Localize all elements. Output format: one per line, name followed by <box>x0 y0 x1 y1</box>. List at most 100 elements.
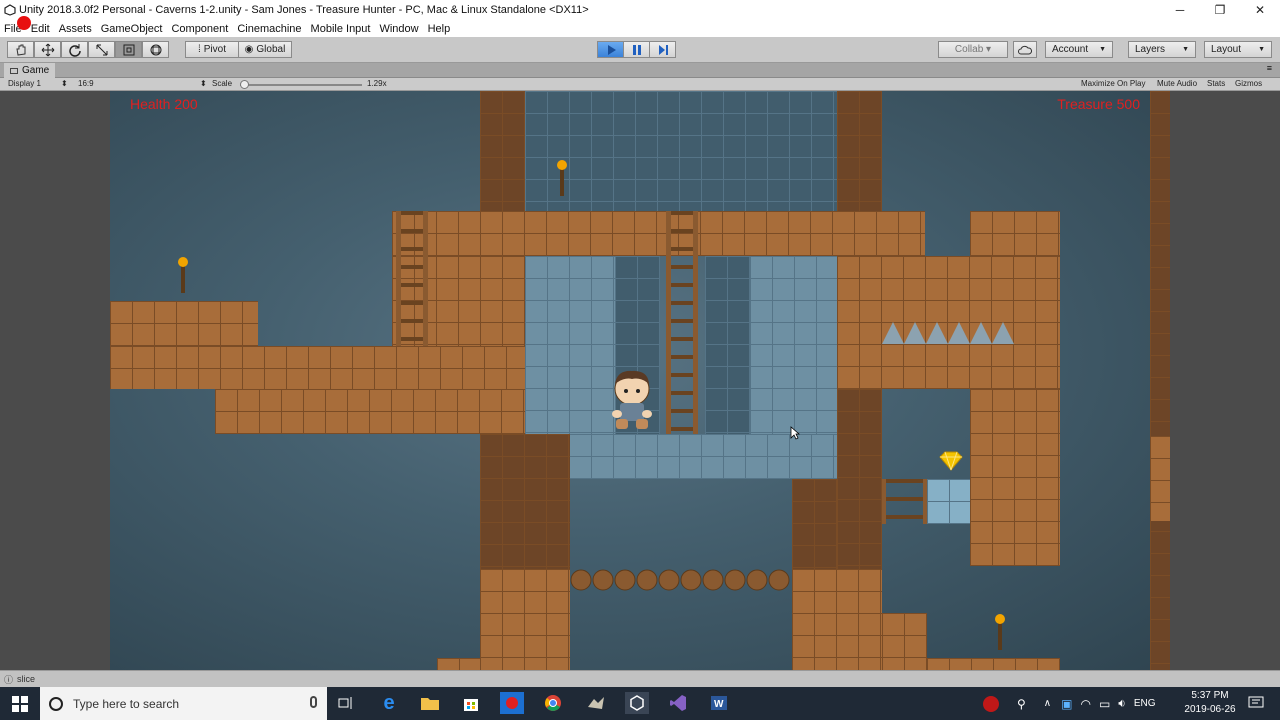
panel-menu-icon[interactable]: ≡ <box>1267 63 1272 73</box>
scale-value: 1.29x <box>367 79 387 88</box>
wifi-icon[interactable]: ◠ <box>1080 697 1090 711</box>
layers-dropdown[interactable]: Layers ▼ <box>1128 41 1196 58</box>
unity-taskbar-icon[interactable] <box>625 692 649 714</box>
brick-platform <box>110 346 525 389</box>
antivirus-tray-icon[interactable] <box>983 695 999 712</box>
message-icon[interactable]: ▭ <box>1099 697 1110 711</box>
clock-time: 5:37 PM <box>1191 690 1229 701</box>
menu-gameobject[interactable]: GameObject <box>101 23 163 35</box>
step-button[interactable] <box>649 41 676 58</box>
volume-icon[interactable]: 🔉︎ <box>1118 696 1126 711</box>
pivot-toggle[interactable]: ⁞ Pivot <box>185 41 239 58</box>
spike-trap <box>882 322 1014 344</box>
gimp-icon[interactable] <box>584 692 608 714</box>
log-bridge <box>570 569 790 591</box>
aspect-dropdown[interactable]: 16:9 <box>78 79 94 88</box>
scale-tool-button[interactable] <box>88 41 115 58</box>
play-button[interactable] <box>597 41 624 58</box>
game-view-icon <box>10 67 18 74</box>
rect-icon <box>123 44 134 55</box>
clock[interactable]: 5:37 PM 2019-06-26 <box>1180 689 1240 717</box>
menu-assets[interactable]: Assets <box>59 23 92 35</box>
taskbar: Type here to search e W ⚲ ∧ ▣ ◠ ▭ 🔉︎ ENG <box>0 687 1280 720</box>
scale-slider-knob[interactable] <box>240 80 249 89</box>
chrome-icon[interactable] <box>541 692 565 714</box>
pause-button[interactable] <box>623 41 650 58</box>
svg-text:W: W <box>714 699 724 710</box>
menu-mobile-input[interactable]: Mobile Input <box>311 23 371 35</box>
torch-icon <box>178 257 188 293</box>
layout-dropdown[interactable]: Layout ▼ <box>1204 41 1272 58</box>
move-tool-button[interactable] <box>34 41 61 58</box>
microphone-icon[interactable] <box>310 696 317 708</box>
pivot-label: Pivot <box>203 44 226 55</box>
play-icon <box>607 44 616 55</box>
menu-window[interactable]: Window <box>379 23 418 35</box>
pause-icon <box>632 44 641 55</box>
tab-game[interactable]: Game <box>4 63 56 78</box>
cloud-button[interactable] <box>1013 41 1037 58</box>
store-icon[interactable] <box>459 692 483 714</box>
display-dropdown[interactable]: Display 1 <box>8 79 41 88</box>
treasure-gem-icon[interactable] <box>938 451 964 471</box>
people-icon[interactable]: ⚲ <box>1017 697 1026 711</box>
game-view-controls: Display 1 ⬍ 16:9 ⬍ Scale 1.29x Maximize … <box>0 78 1280 91</box>
scale-slider[interactable] <box>240 80 362 89</box>
stats-toggle[interactable]: Stats <box>1207 79 1225 88</box>
brick-wall <box>837 91 882 211</box>
language-indicator[interactable]: ENG <box>1134 698 1156 709</box>
edge-browser-icon[interactable]: e <box>377 692 401 714</box>
chevron-up-icon[interactable]: ∧ <box>1044 698 1051 709</box>
transform-tool-button[interactable] <box>142 41 169 58</box>
menu-cinemachine[interactable]: Cinemachine <box>237 23 301 35</box>
global-toggle[interactable]: ◉ Global <box>238 41 292 58</box>
status-bar: ⓘ slice <box>0 670 1280 687</box>
tab-game-label: Game <box>22 65 50 76</box>
word-icon[interactable]: W <box>707 692 731 714</box>
stone-wall <box>525 91 837 211</box>
transform-icon <box>150 44 161 55</box>
torch-icon <box>557 160 567 196</box>
rotate-tool-button[interactable] <box>61 41 88 58</box>
system-tray: ⚲ ∧ ▣ ◠ ▭ 🔉︎ ENG <box>983 687 1156 720</box>
game-viewport[interactable]: Health 200 Treasure 500 <box>0 91 1280 670</box>
start-button[interactable] <box>0 687 40 720</box>
global-label: Global <box>256 44 286 55</box>
screen-recorder-icon[interactable] <box>500 692 524 714</box>
notifications-icon[interactable] <box>1244 692 1268 714</box>
gizmos-dropdown[interactable]: Gizmos <box>1235 79 1262 88</box>
torch-icon <box>995 614 1005 650</box>
account-label: Account <box>1052 44 1089 55</box>
taskbar-search[interactable]: Type here to search <box>40 687 327 720</box>
menu-component[interactable]: Component <box>171 23 228 35</box>
stone-wall <box>525 256 615 436</box>
stone-wall <box>705 256 750 436</box>
hand-tool-button[interactable] <box>7 41 34 58</box>
account-dropdown[interactable]: Account ▼ <box>1045 41 1113 58</box>
minimize-button[interactable]: ─ <box>1160 0 1200 20</box>
brick-wall <box>480 91 525 211</box>
menu-edit[interactable]: Edit <box>31 23 50 35</box>
brick-wall <box>1150 91 1170 670</box>
tray-app-icon[interactable]: ▣ <box>1061 697 1072 711</box>
maximize-on-play-toggle[interactable]: Maximize On Play <box>1081 79 1145 88</box>
collab-dropdown[interactable]: Collab ▾ <box>938 41 1008 58</box>
brick-ledge <box>927 658 1060 670</box>
mute-audio-toggle[interactable]: Mute Audio <box>1157 79 1197 88</box>
menu-help[interactable]: Help <box>428 23 451 35</box>
cortana-icon <box>49 696 63 711</box>
game-scene[interactable]: Health 200 Treasure 500 <box>110 91 1170 670</box>
windows-logo-icon <box>12 695 28 712</box>
maximize-button[interactable]: ❐ <box>1200 0 1240 20</box>
close-button[interactable]: ✕ <box>1240 0 1280 20</box>
task-view-icon[interactable] <box>334 692 358 714</box>
brick-platform <box>970 211 1060 256</box>
layers-label: Layers <box>1135 44 1166 55</box>
visual-studio-icon[interactable] <box>666 692 690 714</box>
mouse-cursor-icon <box>790 426 800 440</box>
file-explorer-icon[interactable] <box>418 692 442 714</box>
rotate-icon <box>68 43 81 57</box>
rect-tool-button[interactable] <box>115 41 142 58</box>
status-message: slice <box>17 674 36 684</box>
brick-ledge <box>110 301 258 346</box>
